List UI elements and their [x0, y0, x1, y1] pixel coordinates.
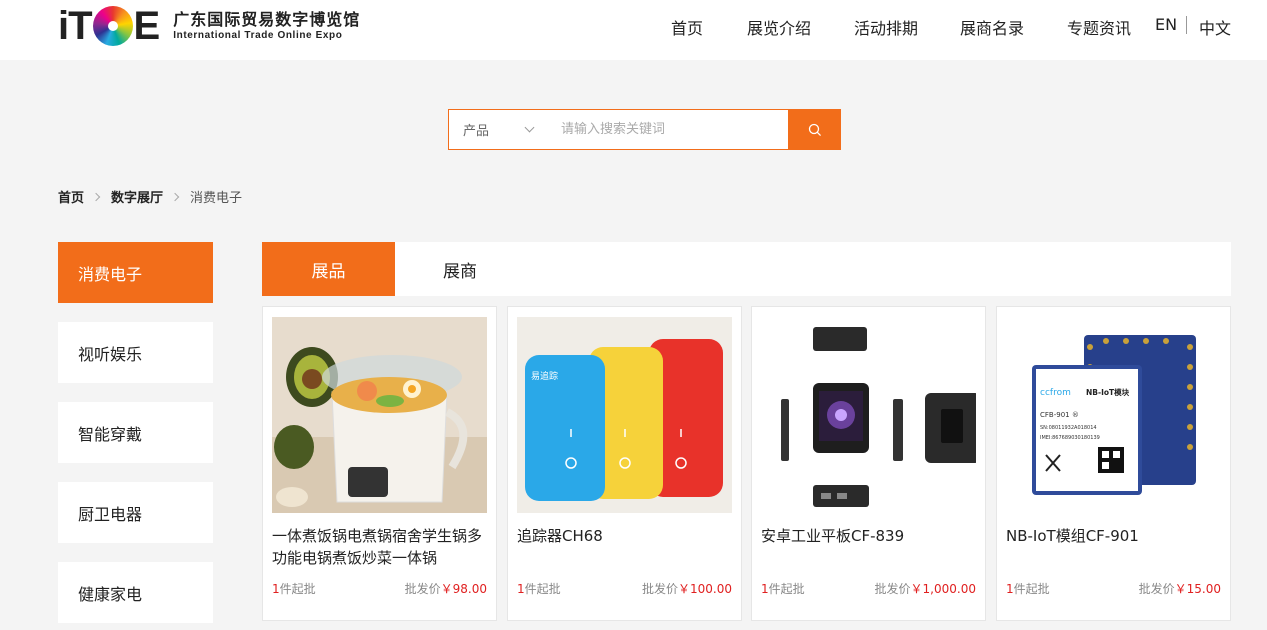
- moq-number: 1: [272, 582, 280, 596]
- module-title-text: NB-IoT模块: [1086, 387, 1130, 397]
- lang-divider: [1186, 16, 1187, 34]
- sidebar-item-kitchen-bath[interactable]: 厨卫电器: [58, 482, 213, 543]
- breadcrumb-digital-hall[interactable]: 数字展厅: [111, 187, 163, 206]
- logo-text: 广东国际贸易数字博览馆 International Trade Online E…: [173, 10, 360, 42]
- color-wheel-icon: [92, 6, 133, 46]
- logo-mark-left: iT: [58, 3, 93, 48]
- search-button[interactable]: [788, 109, 841, 150]
- product-price: 批发价￥100.00: [642, 580, 732, 597]
- price-value: ￥1,000.00: [910, 582, 976, 596]
- moq-number: 1: [517, 582, 525, 596]
- sidebar-item-label: 健康家电: [78, 584, 143, 604]
- price-label: 批发价: [874, 582, 911, 596]
- product-moq: 1件起批: [517, 580, 561, 597]
- price-value: ￥15.00: [1174, 582, 1221, 596]
- moq-number: 1: [761, 582, 769, 596]
- lang-cn[interactable]: 中文: [1199, 15, 1231, 39]
- tab-products[interactable]: 展品: [262, 242, 395, 296]
- sidebar-item-consumer-electronics[interactable]: 消费电子: [58, 242, 213, 303]
- logo-mark: iT E: [58, 3, 161, 49]
- product-name[interactable]: 一体煮饭锅电煮锅宿舍学生锅多功能电锅煮饭炒菜一体锅: [272, 525, 488, 569]
- nav-expo-intro[interactable]: 展览介绍: [747, 15, 811, 39]
- product-image-nbiot-module: ccfrom NB-IoT模块 CFB-901 ® SN:08011932A01…: [1006, 317, 1221, 513]
- module-sn-text: SN:08011932A018014: [1040, 425, 1097, 431]
- search-icon: [808, 123, 821, 136]
- chevron-down-icon: [524, 122, 535, 133]
- search-bar: 产品: [448, 109, 841, 150]
- site-logo[interactable]: iT E 广东国际贸易数字博览馆 International Trade Onl…: [58, 3, 360, 49]
- top-header: iT E 广东国际贸易数字博览馆 International Trade Onl…: [0, 0, 1267, 60]
- product-name[interactable]: NB-IoT模组CF-901: [1006, 525, 1222, 547]
- product-moq: 1件起批: [761, 580, 805, 597]
- nav-topics-news[interactable]: 专题资讯: [1067, 15, 1131, 39]
- product-name[interactable]: 追踪器CH68: [517, 525, 733, 547]
- sidebar-item-label: 厨卫电器: [78, 504, 143, 524]
- module-model-text: CFB-901 ®: [1040, 411, 1079, 419]
- breadcrumb-home[interactable]: 首页: [58, 187, 84, 206]
- sidebar-item-wearables[interactable]: 智能穿戴: [58, 402, 213, 463]
- sidebar-item-label: 智能穿戴: [78, 424, 143, 444]
- logo-mark-right: E: [133, 3, 161, 48]
- price-value: ￥100.00: [678, 582, 732, 596]
- sidebar-item-health-appliances[interactable]: 健康家电: [58, 562, 213, 623]
- sidebar-item-audio-video[interactable]: 视听娱乐: [58, 322, 213, 383]
- content-tabs: 展品 展商: [262, 242, 1231, 296]
- lang-en[interactable]: EN: [1155, 15, 1177, 34]
- price-label: 批发价: [404, 582, 441, 596]
- moq-label: 件起批: [279, 582, 316, 596]
- moq-number: 1: [1006, 582, 1014, 596]
- search-input[interactable]: [549, 110, 788, 149]
- price-label: 批发价: [1138, 582, 1175, 596]
- product-image-tracker: 易追踪: [517, 317, 732, 513]
- tracker-brand-text: 易追踪: [531, 370, 558, 382]
- module-brand-text: ccfrom: [1040, 388, 1071, 398]
- sidebar-item-label: 消费电子: [78, 264, 143, 284]
- nav-exhibitor-list[interactable]: 展商名录: [960, 15, 1024, 39]
- product-card[interactable]: 安卓工业平板CF-839 1件起批 批发价￥1,000.00: [751, 306, 986, 621]
- product-image-rice-cooker: [272, 317, 487, 513]
- product-image-industrial-tablet: [761, 317, 976, 513]
- moq-label: 件起批: [768, 582, 805, 596]
- product-moq: 1件起批: [272, 580, 316, 597]
- product-price: 批发价￥1,000.00: [875, 580, 976, 597]
- price-value: ￥98.00: [440, 582, 487, 596]
- search-category-value: 产品: [463, 124, 490, 139]
- logo-title-en: International Trade Online Expo: [173, 30, 343, 41]
- product-price: 批发价￥98.00: [405, 580, 487, 597]
- price-label: 批发价: [641, 582, 678, 596]
- product-price: 批发价￥15.00: [1139, 580, 1221, 597]
- tab-exhibitors[interactable]: 展商: [395, 242, 525, 296]
- logo-title-cn: 广东国际贸易数字博览馆: [173, 10, 361, 29]
- chevron-right-icon: [170, 192, 180, 201]
- product-card[interactable]: 一体煮饭锅电煮锅宿舍学生锅多功能电锅煮饭炒菜一体锅 1件起批 批发价￥98.00: [262, 306, 497, 621]
- search-category-select[interactable]: 产品: [449, 110, 549, 149]
- nav-home[interactable]: 首页: [671, 15, 703, 39]
- product-card[interactable]: 易追踪 追踪器CH68 1件起批 批发价￥100.00: [507, 306, 742, 621]
- nav-event-schedule[interactable]: 活动排期: [854, 15, 918, 39]
- module-imei-text: IMEI:867689030180139: [1040, 435, 1100, 441]
- product-name[interactable]: 安卓工业平板CF-839: [761, 525, 977, 547]
- product-moq: 1件起批: [1006, 580, 1050, 597]
- moq-label: 件起批: [524, 582, 561, 596]
- sidebar-item-label: 视听娱乐: [78, 344, 143, 364]
- product-card[interactable]: ccfrom NB-IoT模块 CFB-901 ® SN:08011932A01…: [996, 306, 1231, 621]
- breadcrumb-current: 消费电子: [190, 191, 243, 206]
- breadcrumb: 首页 数字展厅 消费电子: [58, 187, 242, 206]
- moq-label: 件起批: [1013, 582, 1050, 596]
- chevron-right-icon: [91, 192, 101, 201]
